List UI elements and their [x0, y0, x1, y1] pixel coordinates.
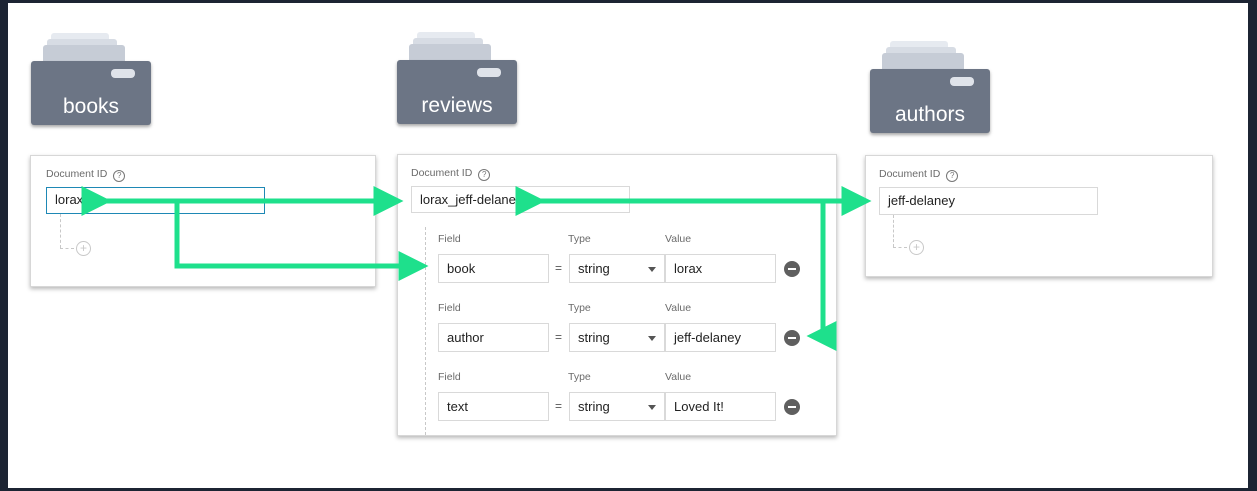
dropdown-arrow-icon	[648, 336, 656, 341]
remove-field-icon[interactable]	[784, 399, 800, 415]
tree-connector	[893, 247, 907, 248]
equals-sign: =	[555, 399, 563, 413]
field-value-input[interactable]: jeff-delaney	[665, 323, 776, 352]
field-name-input[interactable]: author	[438, 323, 549, 352]
field-type-select[interactable]: string	[569, 323, 665, 352]
help-icon[interactable]: ?	[946, 170, 959, 182]
remove-field-icon[interactable]	[784, 261, 800, 277]
field-name-input[interactable]: book	[438, 254, 549, 283]
help-icon[interactable]: ?	[478, 169, 491, 181]
document-id-label: Document ID?	[411, 167, 491, 181]
authors-collection-label: authors	[894, 103, 966, 126]
field-value-input[interactable]: Loved It!	[665, 392, 776, 421]
tree-connector	[425, 227, 426, 435]
authors-document-id-input[interactable]: jeff-delaney	[879, 187, 1098, 215]
field-name-input[interactable]: text	[438, 392, 549, 421]
tree-connector	[893, 215, 894, 247]
field-header: Field	[438, 233, 461, 245]
diagram-canvas: books reviews authors Document ID? lorax…	[8, 3, 1248, 488]
dropdown-arrow-icon	[648, 267, 656, 272]
reviews-collection-label: reviews	[421, 94, 493, 117]
books-document-id-input[interactable]: lorax	[46, 187, 265, 214]
type-header: Type	[568, 233, 591, 245]
field-header: Field	[438, 371, 461, 383]
document-id-label: Document ID?	[46, 168, 126, 182]
books-collection-icon: books	[31, 33, 151, 125]
reviews-document-card: Document ID? lorax_jeff-delaney Field Ty…	[397, 154, 837, 436]
type-header: Type	[568, 302, 591, 314]
value-header: Value	[665, 302, 692, 314]
equals-sign: =	[555, 261, 563, 275]
authors-document-card: Document ID? jeff-delaney +	[865, 155, 1213, 277]
value-header: Value	[665, 233, 692, 245]
dropdown-arrow-icon	[648, 405, 656, 410]
books-document-card: Document ID? lorax +	[30, 155, 376, 287]
type-header: Type	[568, 371, 591, 383]
drawer-handle-icon	[111, 69, 135, 78]
add-field-icon[interactable]: +	[909, 240, 924, 255]
reviews-collection-icon: reviews	[397, 32, 517, 124]
books-collection-label: books	[62, 95, 120, 118]
tree-connector	[60, 248, 74, 249]
field-header: Field	[438, 302, 461, 314]
document-id-label: Document ID?	[879, 168, 959, 182]
field-type-select[interactable]: string	[569, 254, 665, 283]
field-type-select[interactable]: string	[569, 392, 665, 421]
drawer-handle-icon	[950, 77, 974, 86]
field-value-input[interactable]: lorax	[665, 254, 776, 283]
value-header: Value	[665, 371, 692, 383]
remove-field-icon[interactable]	[784, 330, 800, 346]
drawer-handle-icon	[477, 68, 501, 77]
equals-sign: =	[555, 330, 563, 344]
add-field-icon[interactable]: +	[76, 241, 91, 256]
help-icon[interactable]: ?	[113, 170, 126, 182]
reviews-document-id-input[interactable]: lorax_jeff-delaney	[411, 186, 630, 213]
authors-collection-icon: authors	[870, 41, 990, 133]
tree-connector	[60, 214, 61, 248]
